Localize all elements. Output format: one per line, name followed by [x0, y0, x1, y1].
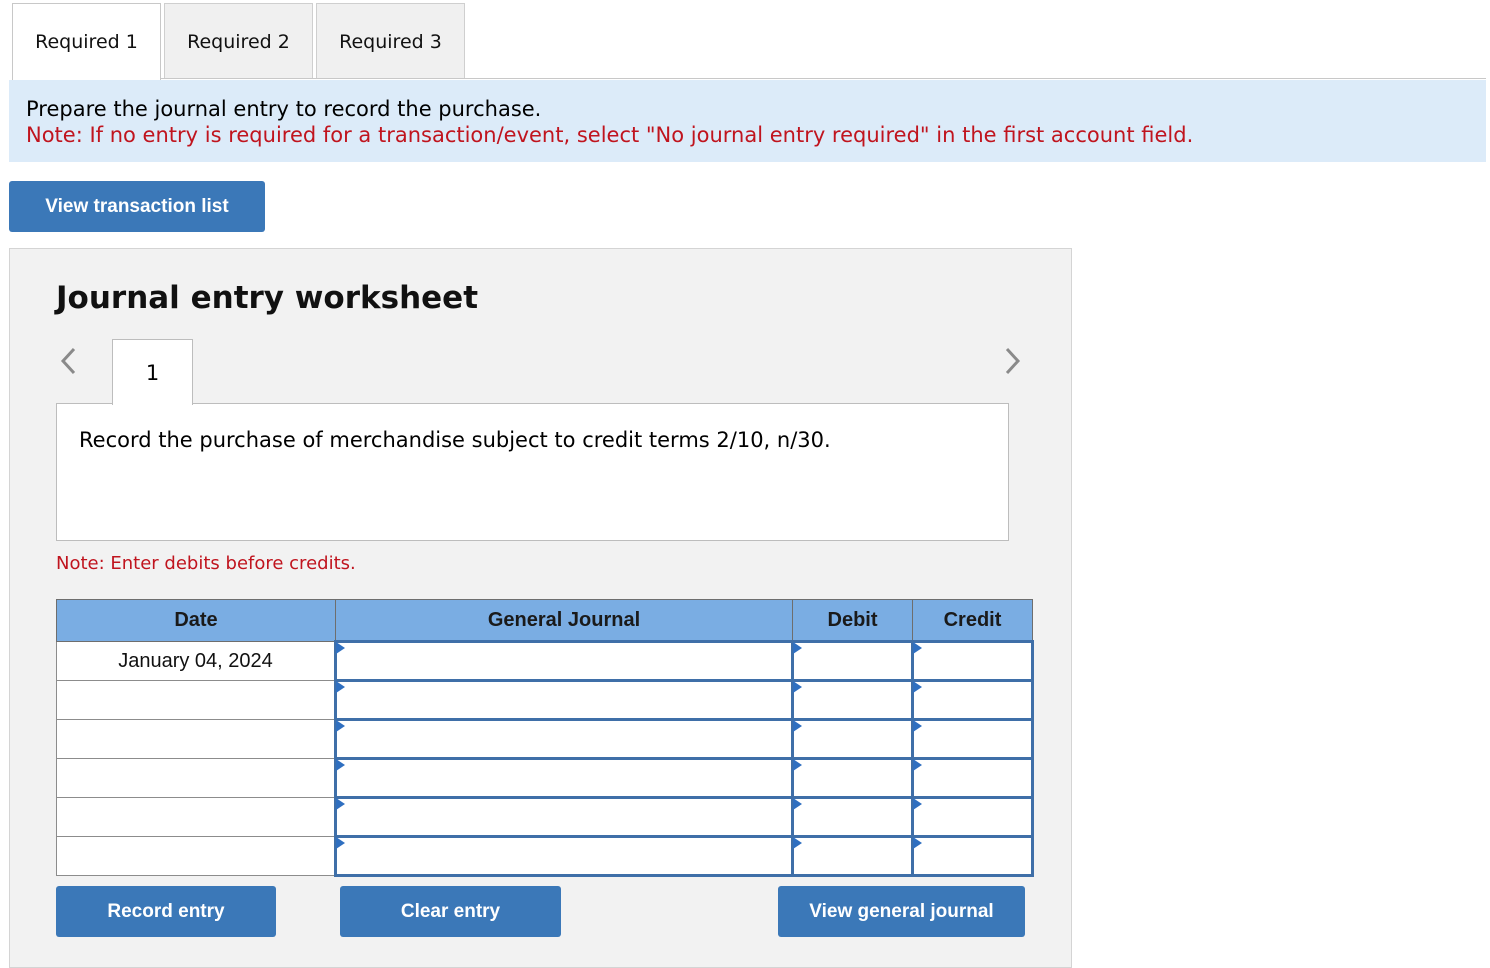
tab-required-1[interactable]: Required 1: [12, 3, 161, 80]
debit-input[interactable]: [791, 640, 914, 682]
account-input[interactable]: [334, 679, 794, 721]
transaction-description: Record the purchase of merchandise subje…: [56, 403, 1009, 541]
instruction-text: Prepare the journal entry to record the …: [26, 97, 542, 121]
header-debit: Debit: [792, 599, 913, 642]
debit-input[interactable]: [791, 796, 914, 838]
instruction-note: Note: If no entry is required for a tran…: [26, 123, 1194, 147]
date-cell: [56, 797, 336, 837]
debit-input[interactable]: [791, 679, 914, 721]
credit-input[interactable]: [911, 796, 1034, 838]
credit-input[interactable]: [911, 640, 1034, 682]
credit-input[interactable]: [911, 757, 1034, 799]
chevron-left-icon[interactable]: [58, 346, 80, 382]
header-general-journal: General Journal: [335, 599, 793, 642]
debit-input[interactable]: [791, 718, 914, 760]
tab-divider: [12, 78, 1486, 79]
worksheet-page-tab[interactable]: 1: [112, 339, 193, 405]
table-row: [56, 835, 1034, 877]
transaction-description-text: Record the purchase of merchandise subje…: [79, 428, 831, 452]
table-row: [56, 718, 1034, 760]
table-row: January 04, 2024: [56, 640, 1034, 682]
chevron-right-icon[interactable]: [1001, 346, 1023, 382]
tab-required-3[interactable]: Required 3: [316, 3, 465, 79]
table-row: [56, 757, 1034, 799]
worksheet-title: Journal entry worksheet: [56, 280, 479, 316]
account-input[interactable]: [334, 757, 794, 799]
clear-entry-button[interactable]: Clear entry: [340, 886, 561, 937]
account-input[interactable]: [334, 796, 794, 838]
debit-input[interactable]: [791, 835, 914, 877]
table-row: [56, 796, 1034, 838]
header-credit: Credit: [912, 599, 1033, 642]
credit-input[interactable]: [911, 835, 1034, 877]
view-transaction-list-button[interactable]: View transaction list: [9, 181, 265, 232]
table-row: [56, 679, 1034, 721]
date-cell: [56, 680, 336, 720]
tab-required-2[interactable]: Required 2: [164, 3, 313, 79]
account-input[interactable]: [334, 718, 794, 760]
credit-input[interactable]: [911, 679, 1034, 721]
account-input[interactable]: [334, 640, 794, 682]
instruction-panel: Prepare the journal entry to record the …: [9, 80, 1486, 162]
account-input[interactable]: [334, 835, 794, 877]
journal-entry-table: Date General Journal Debit Credit Januar…: [56, 599, 1034, 877]
date-cell: [56, 719, 336, 759]
date-cell: [56, 836, 336, 876]
debit-input[interactable]: [791, 757, 914, 799]
header-date: Date: [56, 599, 336, 642]
date-cell: [56, 758, 336, 798]
date-cell: January 04, 2024: [56, 641, 336, 681]
debit-credit-note: Note: Enter debits before credits.: [56, 553, 356, 574]
credit-input[interactable]: [911, 718, 1034, 760]
view-general-journal-button[interactable]: View general journal: [778, 886, 1025, 937]
record-entry-button[interactable]: Record entry: [56, 886, 276, 937]
